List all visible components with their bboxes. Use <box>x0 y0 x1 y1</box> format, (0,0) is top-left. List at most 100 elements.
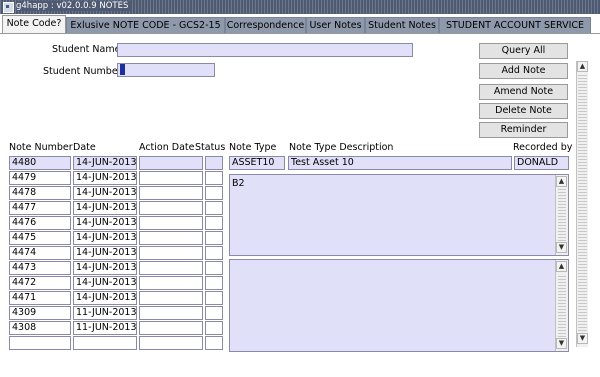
table-row[interactable]: 4477 14-JUN-2013 <box>9 201 224 215</box>
status-cell[interactable] <box>205 156 223 170</box>
header-recorded-by: Recorded by <box>513 142 573 153</box>
scroll-down-icon[interactable]: ▼ <box>577 333 588 344</box>
date-cell[interactable]: 14-JUN-2013 <box>73 171 137 185</box>
note-type-description-field[interactable]: Test Asset 10 <box>288 156 512 170</box>
note-number-cell[interactable]: 4471 <box>9 291 71 305</box>
status-cell[interactable] <box>205 306 223 320</box>
table-row[interactable]: 4479 14-JUN-2013 <box>9 171 224 185</box>
note-text: B2 <box>232 178 245 189</box>
action-date-cell[interactable] <box>139 336 203 350</box>
date-cell[interactable]: 14-JUN-2013 <box>73 186 137 200</box>
status-cell[interactable] <box>205 186 223 200</box>
scroll-down-icon[interactable]: ▼ <box>556 338 567 349</box>
scroll-up-icon[interactable]: ▲ <box>556 261 567 272</box>
reminder-button[interactable]: Reminder <box>479 122 568 138</box>
date-cell[interactable]: 14-JUN-2013 <box>73 201 137 215</box>
header-status: Status <box>195 142 226 153</box>
note-text-area[interactable]: B2 ▲ ▼ <box>229 174 569 256</box>
action-date-cell[interactable] <box>139 321 203 335</box>
note-text-scrollbar[interactable]: ▲ ▼ <box>555 175 568 255</box>
note-number-cell[interactable]: 4476 <box>9 216 71 230</box>
action-date-cell[interactable] <box>139 216 203 230</box>
action-date-cell[interactable] <box>139 291 203 305</box>
table-row[interactable]: 4474 14-JUN-2013 <box>9 246 224 260</box>
note-number-cell[interactable]: 4480 <box>9 156 71 170</box>
date-cell[interactable]: 14-JUN-2013 <box>73 261 137 275</box>
date-cell[interactable]: 14-JUN-2013 <box>73 216 137 230</box>
action-date-cell[interactable] <box>139 276 203 290</box>
tab-strip: Note Code? Exlusive NOTE CODE - GCS2-15 … <box>0 15 600 35</box>
status-cell[interactable] <box>205 246 223 260</box>
date-cell[interactable]: 14-JUN-2013 <box>73 291 137 305</box>
date-cell[interactable] <box>73 336 137 350</box>
scroll-thumb[interactable] <box>558 189 566 241</box>
action-date-cell[interactable] <box>139 231 203 245</box>
note-number-cell[interactable]: 4474 <box>9 246 71 260</box>
table-row[interactable]: 4480 14-JUN-2013 <box>9 156 224 170</box>
student-number-label: Student Number <box>43 66 122 77</box>
status-cell[interactable] <box>205 201 223 215</box>
table-row[interactable] <box>9 336 224 350</box>
action-date-cell[interactable] <box>139 306 203 320</box>
note-number-cell[interactable]: 4309 <box>9 306 71 320</box>
date-cell[interactable]: 14-JUN-2013 <box>73 246 137 260</box>
note-type-field[interactable]: ASSET10 <box>229 156 285 170</box>
action-date-cell[interactable] <box>139 186 203 200</box>
notes-table: 4480 14-JUN-2013 4479 14-JUN-2013 4478 1… <box>9 156 224 352</box>
table-row[interactable]: 4471 14-JUN-2013 <box>9 291 224 305</box>
note-number-cell[interactable]: 4479 <box>9 171 71 185</box>
status-cell[interactable] <box>205 321 223 335</box>
table-row[interactable]: 4308 11-JUN-2013 <box>9 321 224 335</box>
secondary-text-area[interactable]: ▲ ▼ <box>229 259 569 352</box>
student-number-field[interactable] <box>117 63 215 77</box>
table-row[interactable]: 4476 14-JUN-2013 <box>9 216 224 230</box>
table-row[interactable]: 4475 14-JUN-2013 <box>9 231 224 245</box>
date-cell[interactable]: 11-JUN-2013 <box>73 306 137 320</box>
action-date-cell[interactable] <box>139 156 203 170</box>
add-note-button[interactable]: Add Note <box>479 63 568 79</box>
note-number-cell[interactable]: 4478 <box>9 186 71 200</box>
table-row[interactable]: 4309 11-JUN-2013 <box>9 306 224 320</box>
student-name-label: Student Name <box>52 44 121 55</box>
tab-note-code[interactable]: Note Code? <box>2 15 66 35</box>
status-cell[interactable] <box>205 171 223 185</box>
table-row[interactable]: 4473 14-JUN-2013 <box>9 261 224 275</box>
note-number-cell[interactable]: 4308 <box>9 321 71 335</box>
date-cell[interactable]: 14-JUN-2013 <box>73 276 137 290</box>
date-cell[interactable]: 11-JUN-2013 <box>73 321 137 335</box>
status-cell[interactable] <box>205 291 223 305</box>
date-cell[interactable]: 14-JUN-2013 <box>73 231 137 245</box>
delete-note-button[interactable]: Delete Note <box>479 103 568 119</box>
amend-note-button[interactable]: Amend Note <box>479 84 568 100</box>
scroll-up-icon[interactable]: ▲ <box>577 61 588 72</box>
action-date-cell[interactable] <box>139 171 203 185</box>
note-number-cell[interactable]: 4473 <box>9 261 71 275</box>
scroll-thumb[interactable] <box>578 75 587 331</box>
status-cell[interactable] <box>205 261 223 275</box>
header-action-date: Action Date <box>139 142 195 153</box>
status-cell[interactable] <box>205 216 223 230</box>
scroll-thumb[interactable] <box>558 274 566 337</box>
header-note-type: Note Type <box>229 142 277 153</box>
note-number-cell[interactable] <box>9 336 71 350</box>
status-cell[interactable] <box>205 231 223 245</box>
secondary-text-scrollbar[interactable]: ▲ ▼ <box>555 260 568 351</box>
table-row[interactable]: 4472 14-JUN-2013 <box>9 276 224 290</box>
action-date-cell[interactable] <box>139 246 203 260</box>
panel-scrollbar[interactable]: ▲ ▼ <box>576 61 588 347</box>
note-number-cell[interactable]: 4472 <box>9 276 71 290</box>
note-number-cell[interactable]: 4475 <box>9 231 71 245</box>
student-name-field[interactable] <box>117 43 413 57</box>
date-cell[interactable]: 14-JUN-2013 <box>73 156 137 170</box>
query-all-button[interactable]: Query All <box>479 43 568 59</box>
scroll-up-icon[interactable]: ▲ <box>556 176 567 187</box>
window-title: g4happ : v02.0.0.9 NOTES <box>16 1 132 11</box>
status-cell[interactable] <box>205 336 223 350</box>
table-row[interactable]: 4478 14-JUN-2013 <box>9 186 224 200</box>
status-cell[interactable] <box>205 276 223 290</box>
action-date-cell[interactable] <box>139 261 203 275</box>
scroll-down-icon[interactable]: ▼ <box>556 242 567 253</box>
note-number-cell[interactable]: 4477 <box>9 201 71 215</box>
action-date-cell[interactable] <box>139 201 203 215</box>
recorded-by-field[interactable]: DONALD <box>514 156 569 170</box>
